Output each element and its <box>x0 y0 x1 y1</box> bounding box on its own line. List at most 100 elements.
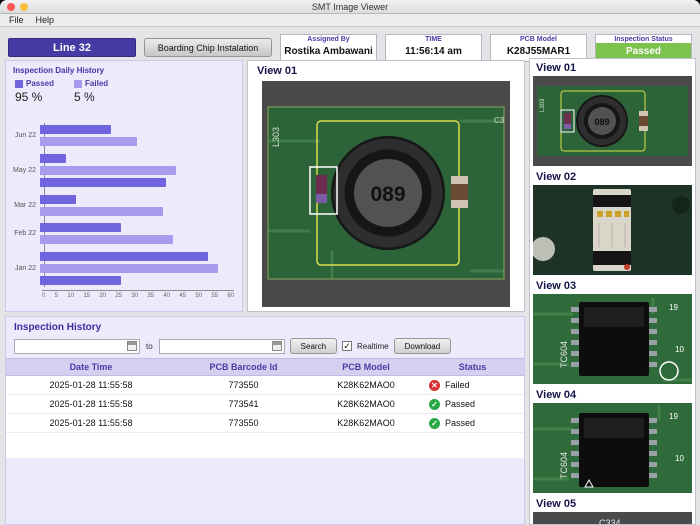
inspection-status-label: Inspection Status <box>596 35 691 43</box>
chart-bar-group: Feb 22 <box>10 223 234 244</box>
chart-bar <box>40 178 166 187</box>
status-failed-icon: ✕ <box>429 380 440 391</box>
status-passed-icon: ✓ <box>429 399 440 410</box>
thumb-section-view03: View 03 TC604 19 10 <box>530 277 695 386</box>
window-title: SMT Image Viewer <box>0 2 700 12</box>
thumb-title-view02: View 02 <box>533 169 692 185</box>
date-from-input[interactable] <box>14 339 140 354</box>
legend-failed-label: Failed <box>85 79 108 88</box>
status-text: Passed <box>445 399 475 409</box>
pcb-photo-thumb4: TC604 19 10 <box>533 403 692 493</box>
thumb-image-view05[interactable]: C334 <box>533 512 692 525</box>
corner-ref-label: C3 <box>494 116 505 125</box>
history-table-row[interactable]: 2025-01-28 11:55:58773550K28K62MAO0✕Fail… <box>6 376 524 395</box>
thumb-title-view03: View 03 <box>533 278 692 294</box>
chart-bar-group: Jan 22 <box>10 252 234 285</box>
thumb-title-view01: View 01 <box>533 60 692 76</box>
station-button[interactable]: Boarding Chip Instalation <box>144 38 272 57</box>
thumb-title-view05: View 05 <box>533 496 692 512</box>
calendar-icon[interactable] <box>272 341 282 351</box>
cell-pcb-model: K28K62MAO0 <box>311 418 421 428</box>
calendar-icon[interactable] <box>127 341 137 351</box>
realtime-checkbox[interactable]: ✓ <box>342 341 352 351</box>
thumb3-top-label: 19 <box>669 303 678 312</box>
thumb1-component-label: 089 <box>594 117 609 127</box>
column-pcb-barcode-id[interactable]: PCB Barcode Id <box>176 362 311 372</box>
pcb-photo-thumb1: 089 L303 <box>533 76 692 166</box>
thumb-image-view03[interactable]: TC604 19 10 <box>533 294 692 384</box>
cell-status: ✓ Passed <box>421 399 524 410</box>
thumb1-board-label: L303 <box>540 98 546 112</box>
thumb-image-view04[interactable]: TC604 19 10 <box>533 403 692 493</box>
pcb-photo-thumb2 <box>533 185 692 275</box>
pcb-photo-thumb3: TC604 19 10 <box>533 294 692 384</box>
column-status[interactable]: Status <box>421 362 524 372</box>
pcb-photo-thumb5: C334 <box>533 512 692 525</box>
x-axis-tick: 50 <box>195 293 202 299</box>
chart-bar-group: Mar 22 <box>10 195 234 216</box>
thumb5-ref-label: C334 <box>599 518 621 525</box>
time-box: TIME 11:56:14 am <box>385 34 482 62</box>
cell-pcb-barcode-id: 773550 <box>176 418 311 428</box>
x-axis-tick: 25 <box>115 293 122 299</box>
inspection-daily-history-panel: Inspection Daily History Passed 95 % Fai… <box>5 60 243 312</box>
history-search-row: to Search ✓ Realtime Download <box>6 336 524 358</box>
chart-bar <box>40 252 208 261</box>
thumb-section-view01: View 01 089 L303 <box>530 59 695 168</box>
chart-bar-group: May 22 <box>10 154 234 187</box>
views-sidebar: View 01 089 L303 <box>529 58 696 525</box>
download-button[interactable]: Download <box>394 338 452 354</box>
cell-pcb-barcode-id: 773550 <box>176 380 311 390</box>
column-pcb-model[interactable]: PCB Model <box>311 362 421 372</box>
inspection-history-panel: Inspection History to Search ✓ Realtime … <box>5 316 525 525</box>
chart-bar <box>40 137 137 146</box>
cell-status: ✓Passed <box>421 418 524 429</box>
x-axis-tick: 35 <box>147 293 154 299</box>
time-label: TIME <box>386 35 481 43</box>
chart-bar <box>40 276 121 285</box>
main-view-title: View 01 <box>248 61 524 77</box>
line-button[interactable]: Line 32 <box>8 38 136 57</box>
thumb-image-view01[interactable]: 089 L303 <box>533 76 692 166</box>
menu-file[interactable]: File <box>9 15 24 25</box>
thumb4-top-label: 19 <box>669 412 678 421</box>
thumb-image-view02[interactable] <box>533 185 692 275</box>
x-axis-tick: 20 <box>99 293 106 299</box>
thumb4-chip-label: TC604 <box>559 452 569 479</box>
column-date-time[interactable]: Date Time <box>6 362 176 372</box>
x-axis-tick: 5 <box>55 293 58 299</box>
legend-passed-label: Passed <box>26 79 54 88</box>
chart-category-label: Jun 22 <box>10 132 40 139</box>
realtime-label: Realtime <box>357 342 389 351</box>
history-table-row[interactable]: 2025-01-28 11:55:58773541K28K62MAO0✓Pass… <box>6 395 524 414</box>
history-table-row[interactable]: 2025-01-28 11:55:58773550K28K62MAO0✓Pass… <box>6 414 524 433</box>
date-to-input[interactable] <box>159 339 285 354</box>
cell-pcb-model: K28K62MAO0 <box>311 380 421 390</box>
search-button[interactable]: Search <box>290 338 337 354</box>
menu-help[interactable]: Help <box>36 15 55 25</box>
thumb3-side-label: 10 <box>675 345 684 354</box>
main-inspection-image[interactable]: 089 L303 C3 <box>262 81 510 307</box>
assigned-by-value: Rostika Ambawani <box>281 43 376 61</box>
thumb-section-view04: View 04 TC604 19 10 <box>530 386 695 495</box>
cell-date-time: 2025-01-28 11:55:58 <box>6 418 176 428</box>
chart-x-axis: 051015202530354045505560 <box>42 290 234 299</box>
cell-pcb-barcode-id: 773541 <box>176 399 311 409</box>
chart-category-label: May 22 <box>10 167 40 174</box>
pcb-photo-main: 089 L303 C3 <box>262 81 510 307</box>
passed-percentage: 95 % <box>15 90 54 104</box>
chart-bar <box>40 195 76 204</box>
component-value-label: 089 <box>370 183 405 206</box>
main-view-panel: View 01 089 L303 C3 <box>247 60 525 312</box>
x-axis-tick: 10 <box>67 293 74 299</box>
legend-passed-swatch <box>15 80 23 88</box>
chart-category-label: Mar 22 <box>10 202 40 209</box>
board-ref-label: L303 <box>271 127 281 147</box>
chart-legend: Passed 95 % Failed 5 % <box>6 75 242 104</box>
assigned-by-box: Assigned By Rostika Ambawani <box>280 34 377 62</box>
chart-bar <box>40 154 66 163</box>
menu-bar: File Help <box>0 14 700 27</box>
bar-chart: Jun 22 May 22 Mar 22 Feb 22 Jan 22 <box>10 125 234 285</box>
assigned-by-label: Assigned By <box>281 35 376 43</box>
x-axis-tick: 45 <box>179 293 186 299</box>
